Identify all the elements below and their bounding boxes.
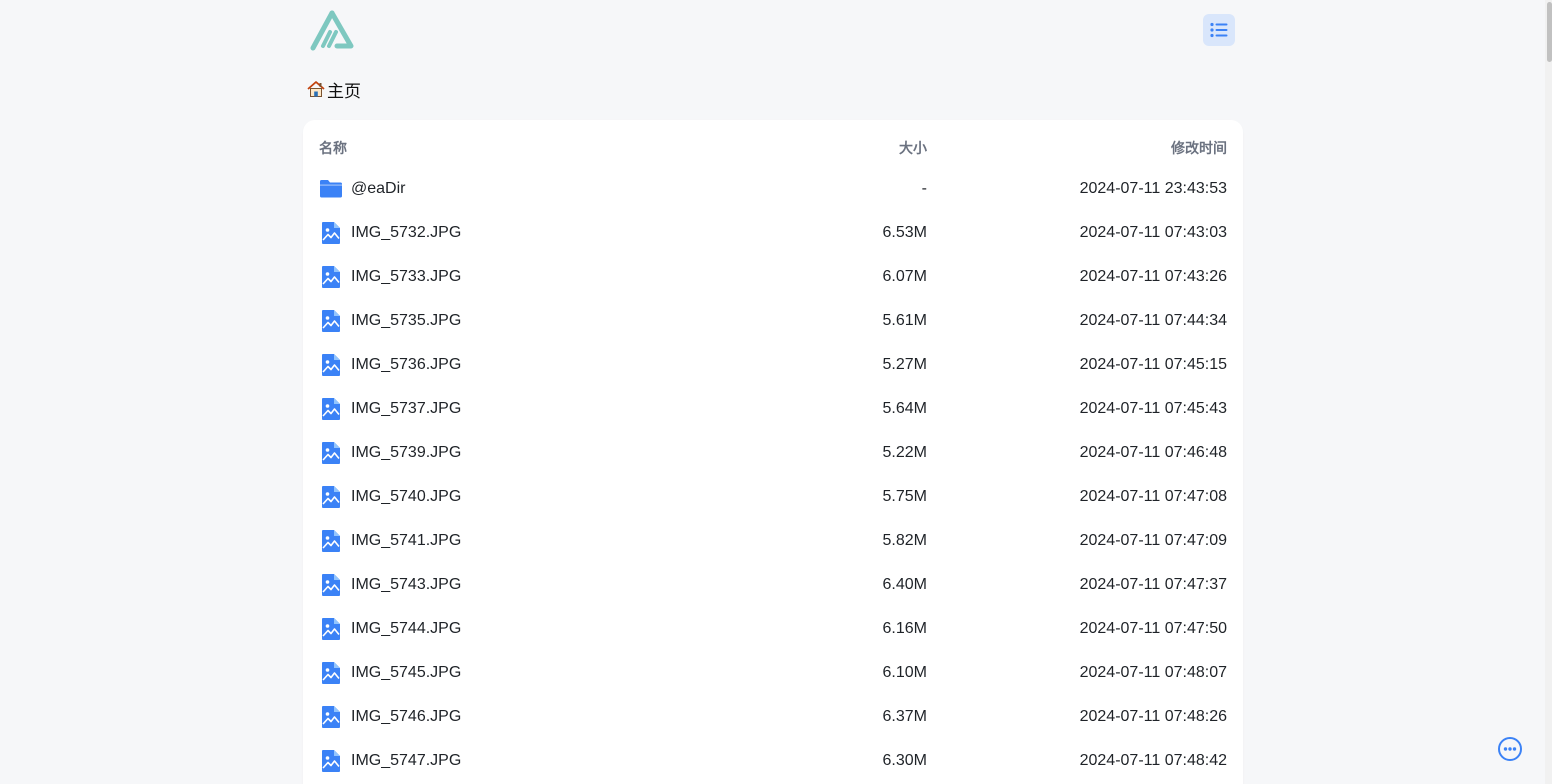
file-row[interactable]: IMG_5735.JPG 5.61M 2024-07-11 07:44:34 (303, 299, 1243, 343)
file-row[interactable]: IMG_5745.JPG 6.10M 2024-07-11 07:48:07 (303, 651, 1243, 695)
file-row[interactable]: IMG_5739.JPG 5.22M 2024-07-11 07:46:48 (303, 431, 1243, 475)
file-name[interactable]: IMG_5737.JPG (351, 400, 461, 418)
file-row[interactable]: IMG_5736.JPG 5.27M 2024-07-11 07:45:15 (303, 343, 1243, 387)
file-size: 6.37M (882, 708, 927, 725)
image-file-icon (319, 441, 343, 465)
house-icon (306, 79, 326, 99)
file-name[interactable]: IMG_5747.JPG (351, 752, 461, 770)
image-file-icon (319, 397, 343, 421)
file-name[interactable]: IMG_5746.JPG (351, 708, 461, 726)
file-size: 6.30M (882, 752, 927, 769)
file-modified-time: 2024-07-11 23:43:53 (1079, 180, 1227, 197)
file-size: 5.27M (882, 356, 927, 373)
folder-icon (319, 177, 343, 201)
file-list-card: 名称 大小 修改时间 @eaDir - 2024-07-11 23:43:53 IMG… (303, 120, 1243, 784)
file-name[interactable]: IMG_5743.JPG (351, 576, 461, 594)
image-file-icon (319, 485, 343, 509)
file-modified-time: 2024-07-11 07:47:09 (1079, 532, 1227, 549)
page: 主页 名称 大小 修改时间 @eaDir - 2024-07-11 23:43:53… (0, 0, 1552, 784)
column-header-name[interactable]: 名称 (319, 138, 347, 158)
more-options-icon (1497, 736, 1523, 762)
file-name[interactable]: IMG_5735.JPG (351, 312, 461, 330)
file-name[interactable]: IMG_5745.JPG (351, 664, 461, 682)
image-file-icon (319, 749, 343, 773)
file-modified-time: 2024-07-11 07:43:26 (1079, 268, 1227, 285)
file-modified-time: 2024-07-11 07:48:26 (1079, 708, 1227, 725)
file-size: - (921, 180, 927, 197)
file-name[interactable]: IMG_5736.JPG (351, 356, 461, 374)
file-size: 5.75M (882, 488, 927, 505)
image-file-icon (319, 529, 343, 553)
image-file-icon (319, 573, 343, 597)
scrollbar-thumb[interactable] (1547, 2, 1552, 62)
file-modified-time: 2024-07-11 07:47:37 (1079, 576, 1227, 593)
breadcrumb[interactable]: 主页 (306, 77, 361, 101)
file-size: 5.82M (882, 532, 927, 549)
file-modified-time: 2024-07-11 07:47:50 (1079, 620, 1227, 637)
file-row[interactable]: IMG_5732.JPG 6.53M 2024-07-11 07:43:03 (303, 211, 1243, 255)
image-file-icon (319, 309, 343, 333)
column-header-size[interactable]: 大小 (899, 138, 927, 158)
file-row[interactable]: IMG_5741.JPG 5.82M 2024-07-11 07:47:09 (303, 519, 1243, 563)
list-icon (1210, 22, 1228, 38)
file-row[interactable]: @eaDir - 2024-07-11 23:43:53 (303, 167, 1243, 211)
file-row[interactable]: IMG_5744.JPG 6.16M 2024-07-11 07:47:50 (303, 607, 1243, 651)
file-modified-time: 2024-07-11 07:45:15 (1079, 356, 1227, 373)
image-file-icon (319, 661, 343, 685)
column-header-modified[interactable]: 修改时间 (1171, 138, 1227, 158)
file-name[interactable]: IMG_5744.JPG (351, 620, 461, 638)
file-size: 6.07M (882, 268, 927, 285)
scrollbar-track[interactable] (1545, 0, 1552, 784)
file-modified-time: 2024-07-11 07:48:42 (1079, 752, 1227, 769)
layout-toggle-button[interactable] (1203, 14, 1235, 46)
file-size: 6.16M (882, 620, 927, 637)
image-file-icon (319, 617, 343, 641)
file-modified-time: 2024-07-11 07:44:34 (1079, 312, 1227, 329)
file-modified-time: 2024-07-11 07:46:48 (1079, 444, 1227, 461)
header (303, 8, 1243, 58)
file-size: 5.64M (882, 400, 927, 417)
file-modified-time: 2024-07-11 07:43:03 (1079, 224, 1227, 241)
alist-logo-icon[interactable] (309, 10, 355, 52)
file-size: 6.10M (882, 664, 927, 681)
file-size: 6.53M (882, 224, 927, 241)
more-options-button[interactable] (1497, 736, 1523, 762)
file-row[interactable]: IMG_5740.JPG 5.75M 2024-07-11 07:47:08 (303, 475, 1243, 519)
file-rows: @eaDir - 2024-07-11 23:43:53 IMG_5732.JPG 6.… (303, 167, 1243, 783)
file-name[interactable]: @eaDir (351, 180, 405, 198)
breadcrumb-home-label: 主页 (327, 81, 361, 101)
file-name[interactable]: IMG_5741.JPG (351, 532, 461, 550)
file-row[interactable]: IMG_5733.JPG 6.07M 2024-07-11 07:43:26 (303, 255, 1243, 299)
image-file-icon (319, 705, 343, 729)
image-file-icon (319, 353, 343, 377)
file-name[interactable]: IMG_5732.JPG (351, 224, 461, 242)
file-row[interactable]: IMG_5743.JPG 6.40M 2024-07-11 07:47:37 (303, 563, 1243, 607)
file-modified-time: 2024-07-11 07:47:08 (1079, 488, 1227, 505)
file-size: 5.61M (882, 312, 927, 329)
file-size: 6.40M (882, 576, 927, 593)
file-row[interactable]: IMG_5737.JPG 5.64M 2024-07-11 07:45:43 (303, 387, 1243, 431)
file-row[interactable]: IMG_5746.JPG 6.37M 2024-07-11 07:48:26 (303, 695, 1243, 739)
file-modified-time: 2024-07-11 07:48:07 (1079, 664, 1227, 681)
file-size: 5.22M (882, 444, 927, 461)
file-modified-time: 2024-07-11 07:45:43 (1079, 400, 1227, 417)
table-header: 名称 大小 修改时间 (303, 120, 1243, 172)
file-name[interactable]: IMG_5733.JPG (351, 268, 461, 286)
file-row[interactable]: IMG_5747.JPG 6.30M 2024-07-11 07:48:42 (303, 739, 1243, 783)
file-name[interactable]: IMG_5740.JPG (351, 488, 461, 506)
image-file-icon (319, 221, 343, 245)
image-file-icon (319, 265, 343, 289)
file-name[interactable]: IMG_5739.JPG (351, 444, 461, 462)
